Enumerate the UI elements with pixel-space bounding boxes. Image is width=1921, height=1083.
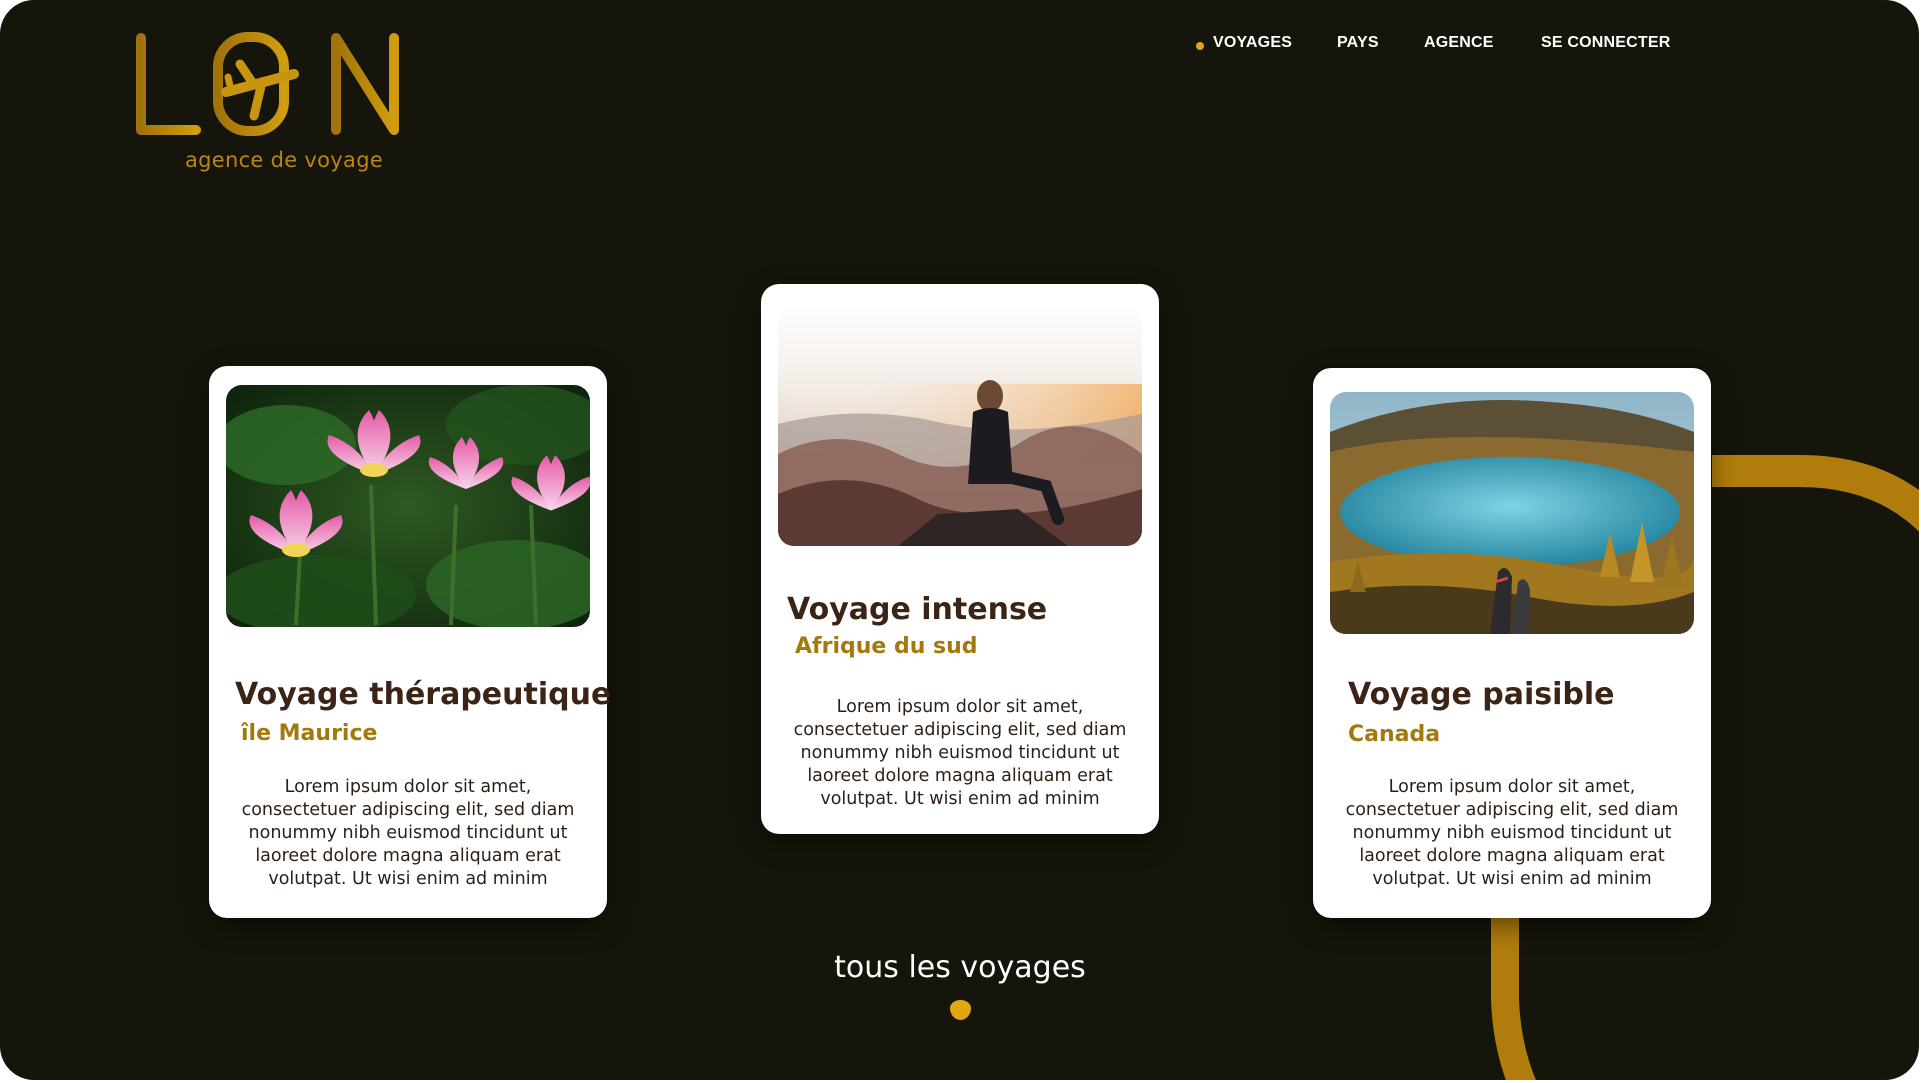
trip-card-therapeutique[interactable]: Voyage thérapeutique île Maurice Lorem i… (209, 366, 611, 918)
card-location: île Maurice (241, 721, 378, 746)
brand-logo[interactable]: agence de voyage (136, 32, 406, 182)
card-title: Voyage thérapeutique (235, 677, 612, 712)
card-title: Voyage intense (787, 592, 1048, 627)
all-trips-link[interactable]: tous les voyages (760, 950, 1160, 985)
card-description: Lorem ipsum dolor sit amet, consectetuer… (793, 697, 1127, 809)
nav-item-voyages[interactable]: VOYAGES (1213, 34, 1292, 52)
active-nav-dot-icon (1196, 42, 1204, 50)
card-image-lotus (226, 385, 590, 627)
card-location: Canada (1348, 722, 1441, 747)
nav-item-agence[interactable]: AGENCE (1424, 34, 1494, 52)
card-description: Lorem ipsum dolor sit amet, consectetuer… (1345, 777, 1679, 889)
card-location: Afrique du sud (795, 634, 978, 659)
card-description: Lorem ipsum dolor sit amet, consectetuer… (241, 777, 575, 889)
card-image-lake (1330, 392, 1694, 634)
card-image-mountain (778, 304, 1142, 546)
brand-tagline: agence de voyage (184, 148, 384, 172)
logo-wordmark-icon (136, 32, 399, 136)
card-title: Voyage paisible (1348, 677, 1615, 712)
nav-item-pays[interactable]: PAYS (1337, 34, 1379, 52)
nav-item-se-connecter[interactable]: SE CONNECTER (1541, 34, 1671, 52)
page-background: agence de voyage VOYAGES PAYS AGENCE SE … (0, 0, 1919, 1080)
trip-card-intense[interactable]: Voyage intense Afrique du sud Lorem ipsu… (761, 284, 1159, 834)
trip-card-paisible[interactable]: Voyage paisible Canada Lorem ipsum dolor… (1313, 368, 1711, 918)
